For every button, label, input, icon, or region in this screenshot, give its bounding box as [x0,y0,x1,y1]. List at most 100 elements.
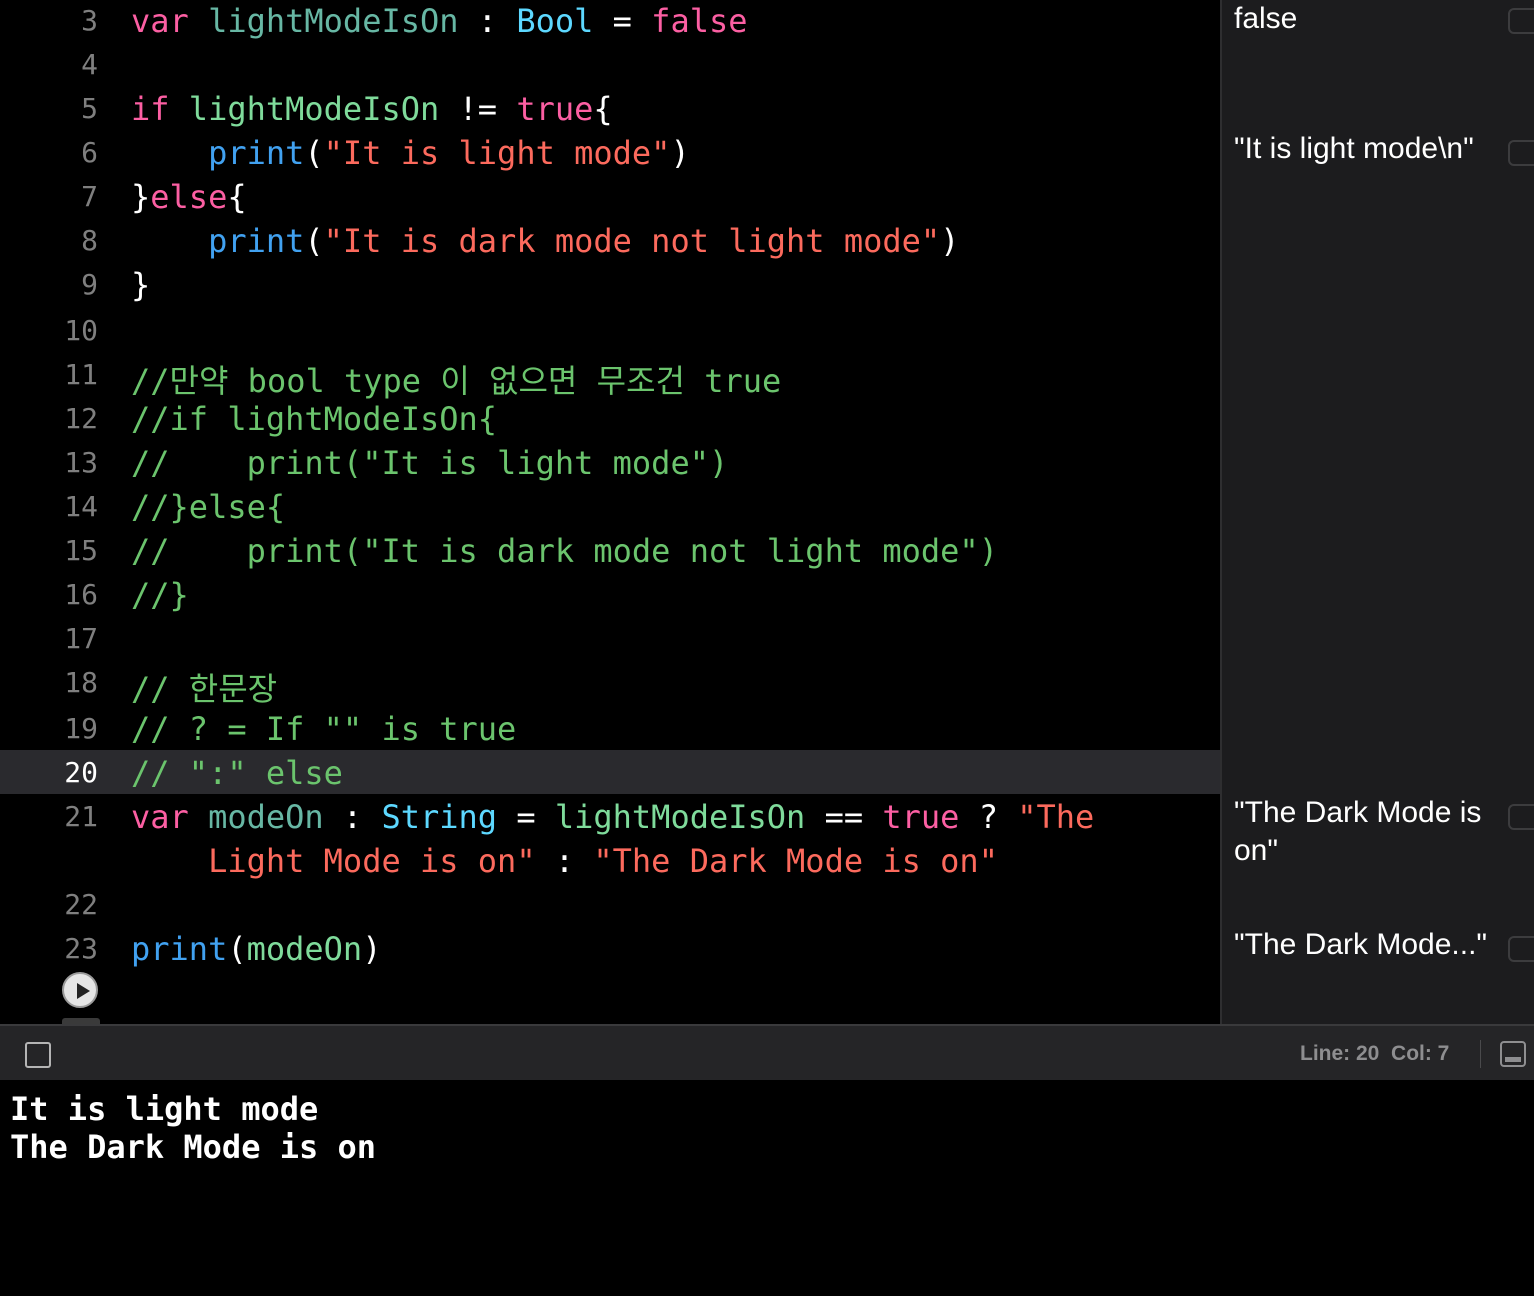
divider [1480,1040,1481,1068]
code-token: "The [1017,798,1095,836]
debug-panel-icon[interactable] [1500,1041,1526,1067]
cursor-position: Line: 20 Col: 7 [1300,1042,1450,1065]
line-number: 3 [81,4,98,37]
code-token: ( [227,930,247,968]
code-line[interactable]: print(modeOn) [131,930,381,968]
code-token: Light Mode is on" [208,842,536,880]
code-line[interactable]: var modeOn : String = lightModeIsOn == t… [131,798,1094,836]
code-token: // 한문장 [131,670,278,708]
code-token: { [227,178,247,216]
code-token: "It is light mode" [323,134,671,172]
status-bar: Line: 20 Col: 7 [0,1024,1534,1080]
code-line[interactable]: // print("It is light mode") [131,444,728,482]
line-number: 10 [64,314,98,347]
code-token: : [535,842,594,880]
line-number: 23 [64,932,98,965]
code-line[interactable]: } [131,266,150,304]
code-token: Bool [516,2,594,40]
code-token: modeOn [208,798,324,836]
line-number: 21 [64,800,98,833]
line-number: 17 [64,622,98,655]
code-token: : [458,2,517,40]
code-token: var [131,2,189,40]
code-token: //만약 bool type 이 없으면 무조건 true [131,362,782,400]
code-token: true [516,90,594,128]
code-token: lightModeIsOn [554,798,806,836]
code-token: == [805,798,883,836]
code-line[interactable]: // ? = If "" is true [131,710,516,748]
code-token: ? [959,798,1018,836]
line-number: 12 [64,402,98,435]
code-token: ( [304,134,324,172]
quick-look-toggle[interactable] [1508,140,1534,166]
code-token: true [882,798,960,836]
code-line[interactable]: // 한문장 [131,664,277,710]
code-token: ) [362,930,382,968]
code-editor[interactable]: 3 4 5 6 7 8 9 10 11 12 13 14 15 16 17 18 19 20 21 22 23 var … [0,0,1220,1024]
console-output[interactable]: It is light mode The Dark Mode is on [0,1080,1534,1296]
code-token: lightModeIsOn [208,2,459,40]
hide-debug-area-checkbox[interactable] [25,1042,51,1068]
code-line[interactable]: }else{ [131,178,247,216]
quick-look-toggle[interactable] [1508,804,1534,830]
run-playground-button[interactable] [62,972,98,1008]
line-number: 18 [64,666,98,699]
code-line[interactable]: print("It is light mode") [131,134,690,172]
code-token: ( [304,222,324,260]
code-line[interactable]: //} [131,576,189,614]
code-line[interactable]: // ":" else [131,754,343,792]
code-line[interactable]: print("It is dark mode not light mode") [131,222,959,260]
code-token: ) [940,222,960,260]
line-number: 16 [64,578,98,611]
code-token: modeOn [246,930,363,968]
quick-look-toggle[interactable] [1508,936,1534,962]
quick-look-toggle[interactable] [1508,8,1534,34]
code-token: } [131,266,151,304]
line-number: 19 [64,712,98,745]
code-line[interactable]: //만약 bool type 이 없으면 무조건 true [131,356,781,402]
code-token: // ? = If "" is true [131,710,517,748]
code-line[interactable]: Light Mode is on" : "The Dark Mode is on… [131,842,998,880]
line-number: 6 [81,136,98,169]
result-value: false [1234,2,1298,35]
result-value: "The Dark Mode..." [1234,928,1488,961]
code-token: print [208,222,305,260]
code-token: if [131,90,170,128]
code-token: var [131,798,189,836]
code-line[interactable]: //if lightModeIsOn{ [131,400,497,438]
code-token: else [150,178,228,216]
code-token: //if lightModeIsOn{ [131,400,498,438]
code-line[interactable]: // print("It is dark mode not light mode… [131,532,998,570]
code-token: print [131,930,228,968]
code-token: : [323,798,382,836]
line-number: 22 [64,888,98,921]
code-token: false [651,2,748,40]
line-number: 14 [64,490,98,523]
code-token: } [131,178,151,216]
console-line: It is light mode [10,1090,319,1128]
code-line[interactable]: if lightModeIsOn != true{ [131,90,613,128]
line-number: 13 [64,446,98,479]
code-token: = [497,798,555,836]
result-value: "It is light mode\n" [1234,132,1474,165]
code-token: { [593,90,613,128]
code-token: //} [131,576,189,614]
code-line[interactable]: //}else{ [131,488,285,526]
line-number: 7 [81,180,98,213]
code-token: String [381,798,498,836]
result-value: "The Dark Mode is on" [1234,796,1482,867]
code-token: = [593,2,652,40]
code-line[interactable]: var lightModeIsOn : Bool = false [131,2,748,40]
code-token: lightModeIsOn [188,90,440,128]
code-token: // print("It is dark mode not light mode… [131,532,998,570]
line-number: 11 [64,358,98,391]
results-sidebar: false "It is light mode\n" "The Dark Mod… [1220,0,1534,1024]
code-token: print [208,134,305,172]
code-token: ) [670,134,690,172]
code-token: // print("It is light mode") [131,444,729,482]
